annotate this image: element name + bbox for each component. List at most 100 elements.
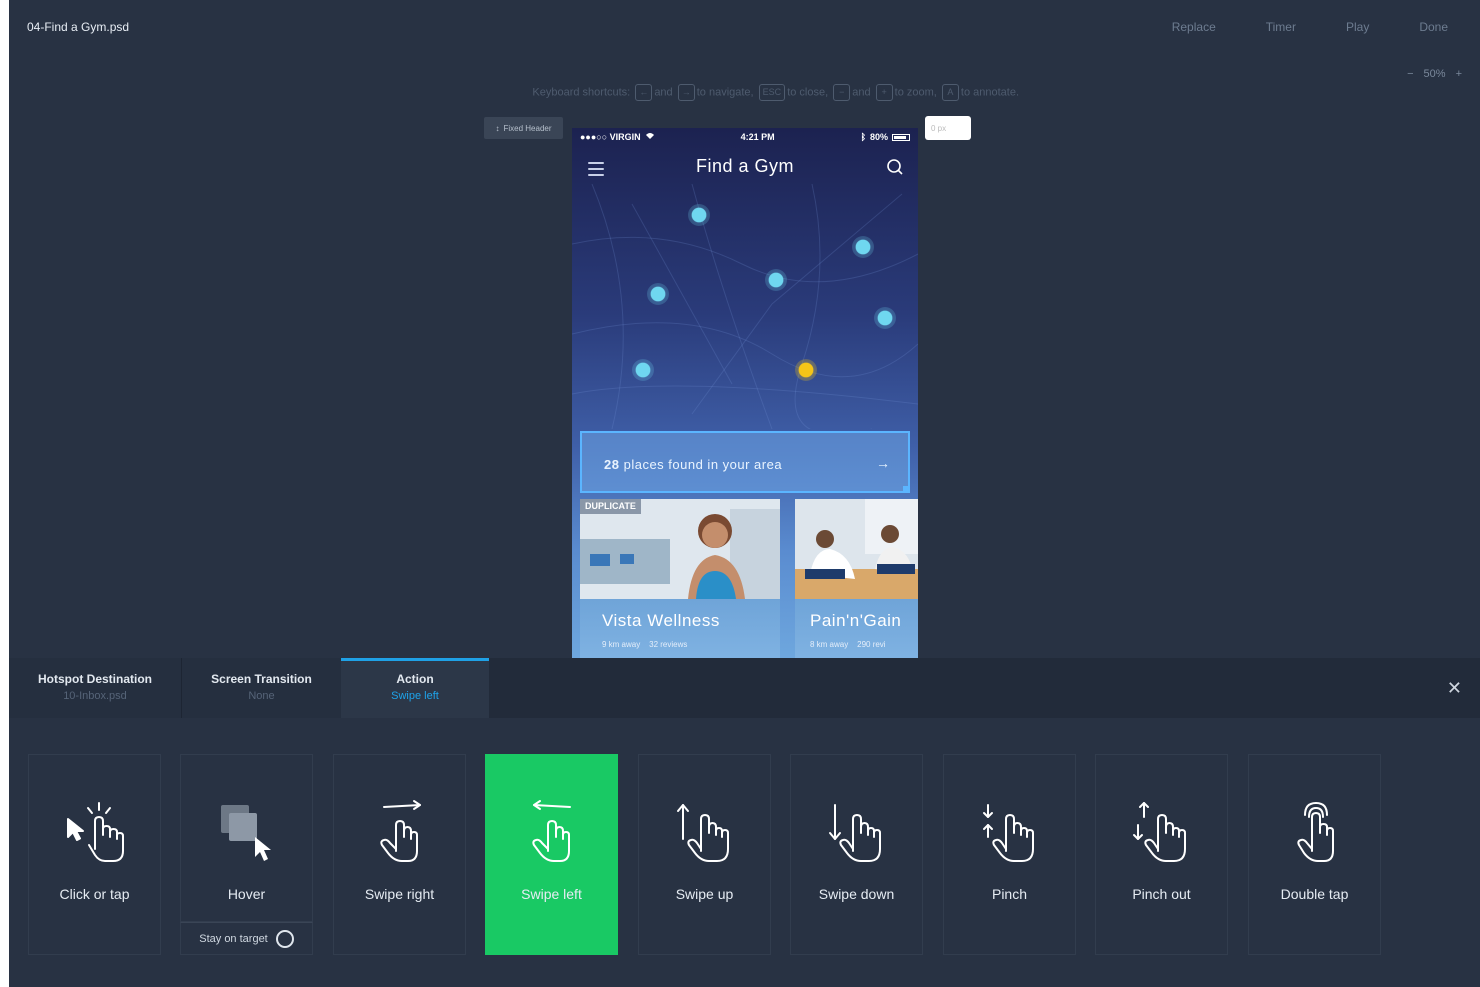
resize-vertical-icon: ↕ (495, 123, 500, 133)
map-roads (572, 184, 918, 429)
gesture-label: Swipe up (675, 886, 734, 902)
key-right: → (677, 84, 695, 101)
gym-pin[interactable] (632, 359, 654, 381)
carrier-label: ●●●○○ VIRGIN (580, 132, 641, 142)
swipe-up-icon (677, 804, 729, 862)
phone-screen-preview: ●●●○○ VIRGIN 4:21 PM ᛒ 80% Find a Gym 28… (572, 128, 918, 658)
tab-screen-transition[interactable]: Screen Transition None (181, 658, 341, 718)
timer-button[interactable]: Timer (1266, 20, 1296, 34)
status-time: 4:21 PM (740, 132, 775, 142)
arrow-right-icon: → (876, 455, 890, 471)
hover-icon (221, 805, 271, 861)
radio-icon[interactable] (275, 929, 294, 948)
resize-handle[interactable] (903, 486, 910, 493)
swipe-left-icon (532, 800, 571, 862)
places-found-text: 28 places found in your area (604, 457, 783, 472)
stay-on-target-label: Stay on target (199, 932, 268, 945)
swipe-down-icon (829, 804, 881, 862)
gym-pin[interactable] (688, 204, 710, 226)
stay-on-target-toggle[interactable]: Stay on target (180, 922, 313, 955)
double-tap-icon (1297, 802, 1334, 862)
key-minus: − (833, 84, 851, 101)
battery-icon (892, 133, 910, 141)
fixed-header-button[interactable]: ↕ Fixed Header (484, 117, 563, 139)
battery-percent: 80% (869, 132, 888, 142)
offset-input[interactable]: 0 px (925, 116, 971, 140)
tab-value: None (248, 690, 275, 702)
gym-pin[interactable] (647, 283, 669, 305)
key-a: A (941, 84, 959, 101)
phone-title: Find a Gym (695, 156, 795, 176)
phone-nav-bar: Find a Gym (572, 150, 918, 184)
gym-card[interactable]: Vista Wellness 9 km away 32 reviews (580, 499, 780, 658)
gesture-pinch[interactable]: Pinch (943, 754, 1076, 955)
gesture-label: Swipe right (364, 886, 435, 902)
gesture-label: Double tap (1280, 886, 1349, 902)
pinch-icon (983, 804, 1034, 862)
key-left: ← (635, 84, 653, 101)
prototype-editor: 04-Find a Gym.psd Replace Timer Play Don… (9, 0, 1480, 987)
tab-label: Screen Transition (211, 672, 312, 686)
duplicate-badge: DUPLICATE (580, 499, 641, 514)
gesture-label: Pinch (991, 886, 1028, 902)
gesture-pinch-out[interactable]: Pinch out (1095, 754, 1228, 955)
tab-value: 10-Inbox.psd (63, 690, 127, 702)
gesture-label: Swipe left (521, 886, 582, 902)
gym-pin[interactable] (852, 236, 874, 258)
tab-hotspot-destination[interactable]: Hotspot Destination 10-Inbox.psd (9, 658, 181, 718)
tab-label: Action (396, 672, 434, 686)
gesture-click-or-tap[interactable]: Click or tap (28, 754, 161, 955)
gesture-label: Pinch out (1132, 886, 1191, 902)
shortcuts-text: to navigate, (696, 86, 754, 99)
zoom-out-button[interactable]: − (1407, 68, 1413, 80)
hotspot-settings-tabs: Hotspot Destination 10-Inbox.psd Screen … (9, 658, 1480, 718)
tap-icon (67, 802, 124, 862)
done-button[interactable]: Done (1419, 20, 1448, 34)
bluetooth-icon: ᛒ (860, 132, 866, 142)
gesture-swipe-down[interactable]: Swipe down (790, 754, 923, 955)
search-icon[interactable] (886, 158, 904, 176)
play-button[interactable]: Play (1346, 20, 1369, 34)
offset-placeholder: 0 px (931, 123, 947, 133)
file-title: 04-Find a Gym.psd (27, 20, 130, 34)
fixed-header-label: Fixed Header (503, 123, 552, 133)
wifi-icon (645, 132, 655, 142)
gym-card[interactable]: Pain'n'Gain 8 km away 290 revi (795, 499, 918, 658)
zoom-in-button[interactable]: + (1456, 68, 1462, 80)
tab-value: Swipe left (391, 690, 439, 702)
gesture-swipe-up[interactable]: Swipe up (638, 754, 771, 955)
shortcuts-text: to zoom, (894, 86, 937, 99)
gym-map[interactable] (572, 184, 918, 429)
places-found-hotspot[interactable]: 28 places found in your area → (580, 431, 910, 493)
gesture-swipe-right[interactable]: Swipe right (333, 754, 466, 955)
key-plus: + (875, 84, 893, 101)
swipe-right-icon (380, 800, 421, 862)
keyboard-shortcuts-hint: Keyboard shortcuts: ← and → to navigate, E… (9, 84, 1019, 101)
shortcuts-text: and (852, 86, 871, 99)
shortcuts-text: and (654, 86, 673, 99)
tab-action[interactable]: Action Swipe left (341, 658, 489, 718)
gym-photo (795, 499, 918, 599)
tab-label: Hotspot Destination (38, 672, 152, 686)
selected-gym-pin[interactable] (795, 359, 817, 381)
gesture-label: Click or tap (59, 886, 130, 902)
key-esc: ESC (758, 84, 786, 101)
status-bar: ●●●○○ VIRGIN 4:21 PM ᛒ 80% (572, 128, 918, 146)
shortcuts-label: Keyboard shortcuts: (532, 86, 631, 99)
gym-pin[interactable] (874, 307, 896, 329)
gym-meta: 8 km away 290 revi (810, 640, 886, 649)
zoom-control: − 50% + (1407, 68, 1462, 80)
close-icon[interactable]: ✕ (1447, 678, 1462, 699)
gym-name: Vista Wellness (602, 611, 720, 630)
gym-name: Pain'n'Gain (810, 611, 902, 630)
gesture-double-tap[interactable]: Double tap (1248, 754, 1381, 955)
gesture-hover[interactable]: Hover (180, 754, 313, 922)
replace-button[interactable]: Replace (1172, 20, 1216, 34)
zoom-level: 50% (1423, 68, 1446, 80)
pinch-out-icon (1133, 802, 1186, 862)
gym-meta: 9 km away 32 reviews (602, 640, 688, 649)
gesture-label: Swipe down (818, 886, 895, 902)
gym-pin[interactable] (765, 269, 787, 291)
gesture-label: Hover (227, 886, 266, 902)
gesture-swipe-left[interactable]: Swipe left (485, 754, 618, 955)
